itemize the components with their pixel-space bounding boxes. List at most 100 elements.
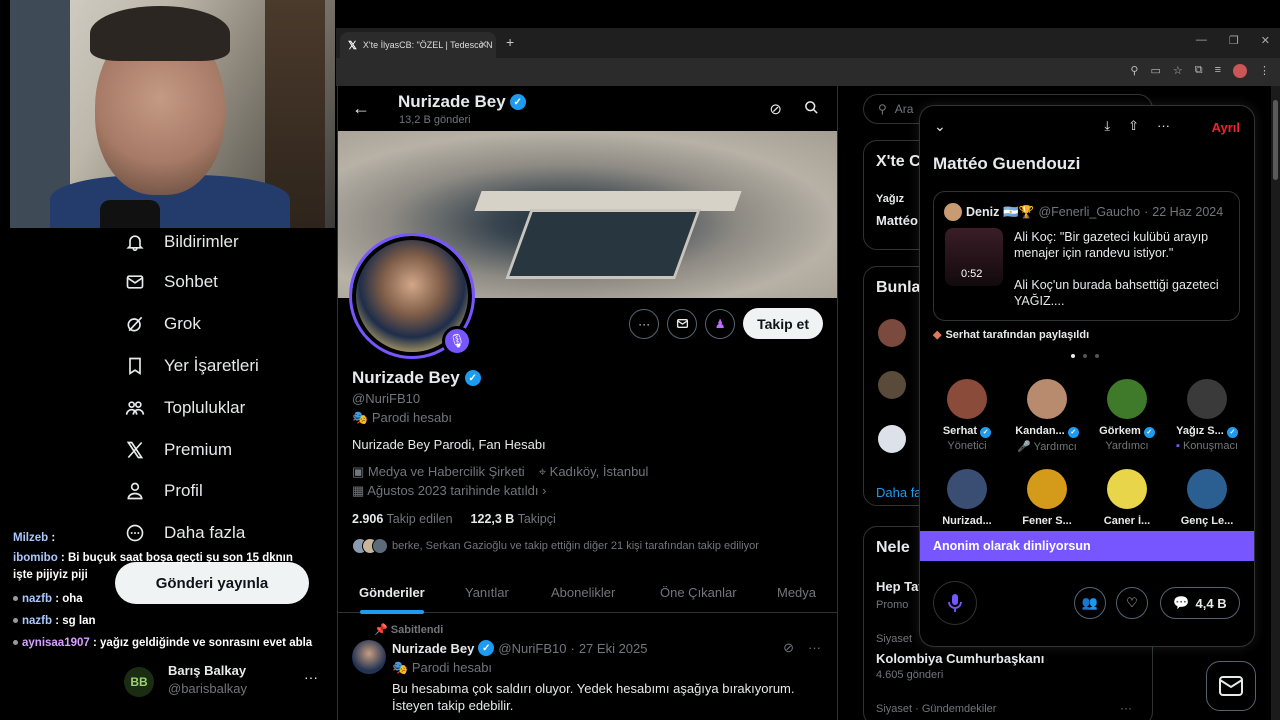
chevron-right-icon[interactable]: › <box>542 483 546 498</box>
bell-icon <box>124 231 146 253</box>
react-heart-icon[interactable]: ♡ <box>1116 587 1148 619</box>
grok-icon[interactable]: ⊘ <box>769 100 782 119</box>
tab-media[interactable]: Medya <box>777 585 816 600</box>
mic-icon[interactable] <box>933 581 977 625</box>
show-more-link[interactable]: Daha fa <box>876 485 922 500</box>
followers-link[interactable]: 122,3 B Takipçi <box>471 512 556 526</box>
sidebar-item-grok[interactable]: Grok <box>124 309 201 339</box>
follow-button[interactable]: Takip et <box>743 308 823 339</box>
menu-icon[interactable]: ⋮ <box>1259 64 1270 78</box>
account-handle: @barisbalkay <box>168 681 247 696</box>
chat-message: aynisaa1907 : yağız geldiğinde ve sonras… <box>13 635 313 652</box>
participants-icon[interactable]: 👥 <box>1074 587 1106 619</box>
space-participant[interactable]: Genç Le... <box>1166 469 1248 527</box>
messages-fab-icon[interactable] <box>1206 661 1256 711</box>
avatar[interactable] <box>878 371 906 399</box>
sidebar-item-profile[interactable]: Profil <box>124 476 203 506</box>
grok-icon <box>124 313 146 335</box>
space-toolbar: ⌄ ⤓ ⇧ ··· Ayrıl <box>920 106 1254 150</box>
message-button[interactable] <box>667 308 698 339</box>
x-logo-icon <box>124 439 146 461</box>
sidebar-item-chat[interactable]: Sohbet <box>124 267 218 297</box>
space-participant[interactable]: Serhat ✓ Yönetici <box>926 379 1008 452</box>
sidebar-item-communities[interactable]: Topluluklar <box>124 393 245 423</box>
header-name: Nurizade Bey ✓ <box>398 92 526 112</box>
tab-subscriptions[interactable]: Abonelikler <box>551 585 615 600</box>
avatar[interactable] <box>878 425 906 453</box>
space-participant[interactable]: Fener S... <box>1006 469 1088 527</box>
grok-icon[interactable]: ⊘ <box>783 640 794 656</box>
space-participant[interactable]: Yağız S... ✓ ▪ Konuşmacı <box>1166 379 1248 452</box>
avatar[interactable] <box>352 640 386 674</box>
tab-highlights[interactable]: Öne Çıkanlar <box>660 585 737 600</box>
sidebar-item-notifications[interactable]: Bildirimler <box>124 227 239 257</box>
search-icon[interactable] <box>804 100 819 119</box>
account-name: Barış Balkay <box>168 663 247 678</box>
carousel-dots <box>1071 354 1099 358</box>
new-tab-icon[interactable]: + <box>506 34 514 50</box>
tweet-text: Bu hesabıma çok saldırı oluyor. Yedek he… <box>392 681 795 713</box>
chevron-down-icon[interactable]: ⌄ <box>934 118 946 135</box>
cast-icon[interactable]: ▭ <box>1150 64 1160 78</box>
verified-badge-icon: ✓ <box>509 94 526 110</box>
chat-message: nazfb : oha <box>13 591 313 608</box>
comment-icon: 💬 <box>1173 595 1190 610</box>
profile-bio: Nurizade Bey Parodi, Fan Hesabı <box>352 437 546 452</box>
tweet-text: Ali Koç: "Bir gazeteci kulübü arayıp men… <box>1014 230 1219 308</box>
verified-badge-icon: ✓ <box>478 640 495 656</box>
star-icon[interactable]: ☆ <box>1173 64 1183 78</box>
tab-title: X'te İlyasCB: "ÖZEL | Tedesco N <box>362 40 493 50</box>
more-icon[interactable]: ··· <box>808 640 821 656</box>
avatar[interactable] <box>878 319 906 347</box>
extensions-icon[interactable]: ⧉ <box>1195 64 1203 78</box>
chat-message: ibomibo : Bi buçuk saat boşa geçti şu so… <box>13 552 293 581</box>
more-icon[interactable]: ··· <box>304 669 318 685</box>
zoom-icon[interactable]: ⚲ <box>1130 64 1138 78</box>
restore-icon[interactable]: ❐ <box>1229 34 1239 47</box>
tweet-header: Deniz 🇦🇷🏆 @Fenerli_Gaucho · 22 Haz 2024 <box>944 203 1223 221</box>
mail-icon <box>124 271 146 293</box>
share-icon[interactable]: ⇧ <box>1128 118 1139 134</box>
space-comments-button[interactable]: 💬 4,4 B <box>1160 587 1240 619</box>
profile-avatar-icon[interactable] <box>1233 64 1247 78</box>
subscribe-button[interactable]: ♟ <box>705 308 736 339</box>
more-options-button[interactable]: ··· <box>629 308 660 339</box>
minimize-icon[interactable]: — <box>1196 34 1207 47</box>
browser-tab[interactable]: 𝕏 X'te İlyasCB: "ÖZEL | Tedesco N ✕ <box>340 32 496 58</box>
more-icon[interactable]: ··· <box>1120 701 1132 715</box>
video-thumbnail[interactable]: 0:52 <box>945 228 1003 286</box>
leave-button[interactable]: Ayrıl <box>1212 120 1240 135</box>
parody-label: 🎭 Parodi hesabı <box>392 660 493 675</box>
sidebar-item-premium[interactable]: Premium <box>124 435 232 465</box>
sidebar-item-bookmarks[interactable]: Yer İşaretleri <box>124 351 259 381</box>
left-sidebar: Bildirimler Sohbet Grok Yer İşaretleri T… <box>0 228 336 720</box>
person-icon <box>124 480 146 502</box>
scrollbar[interactable] <box>1271 86 1280 720</box>
space-participant[interactable]: Nurizad... <box>926 469 1008 527</box>
followed-by[interactable]: berke, Serkan Gazioğlu ve takip ettiğin … <box>352 538 759 554</box>
tab-replies[interactable]: Yanıtlar <box>465 585 509 600</box>
space-panel: ⌄ ⤓ ⇧ ··· Ayrıl Mattéo Guendouzi Deniz 🇦… <box>920 106 1254 646</box>
close-icon[interactable]: ✕ <box>479 38 488 51</box>
tab-posts[interactable]: Gönderiler <box>359 585 425 600</box>
more-icon[interactable]: ··· <box>1157 118 1170 134</box>
active-tab-indicator <box>360 610 424 614</box>
space-participant[interactable]: Görkem ✓ Yardımcı <box>1086 379 1168 452</box>
space-participant[interactable]: Caner İ... <box>1086 469 1168 527</box>
space-mic-badge-icon[interactable]: 🎙 <box>442 326 472 356</box>
shared-tweet-card[interactable]: Deniz 🇦🇷🏆 @Fenerli_Gaucho · 22 Haz 2024 … <box>933 191 1240 321</box>
media-icon[interactable]: ≡ <box>1215 64 1221 78</box>
profile-meta: ▣ Medya ve Habercilik Şirketi ⌖ Kadıköy,… <box>352 464 649 479</box>
profile-header-bar: ← Nurizade Bey ✓ 13,2 B gönderi ⊘ <box>338 86 837 132</box>
flag-icon: 🇦🇷🏆 <box>1003 204 1035 219</box>
back-arrow-icon[interactable]: ← <box>352 98 370 119</box>
parody-label: 🎭 Parodi hesabı <box>352 410 453 425</box>
following-link[interactable]: 2.906 Takip edilen <box>352 512 453 526</box>
verified-badge-icon: ✓ <box>464 370 481 386</box>
post-count: 13,2 B gönderi <box>399 114 471 126</box>
account-switcher[interactable]: BB Barış Balkay @barisbalkay ··· <box>124 661 324 701</box>
communities-icon <box>124 397 146 419</box>
space-participant[interactable]: Kandan... ✓ 🎤 Yardımcı <box>1006 379 1088 453</box>
minimize-dock-icon[interactable]: ⤓ <box>1104 118 1110 134</box>
window-close-icon[interactable]: ✕ <box>1261 34 1270 47</box>
